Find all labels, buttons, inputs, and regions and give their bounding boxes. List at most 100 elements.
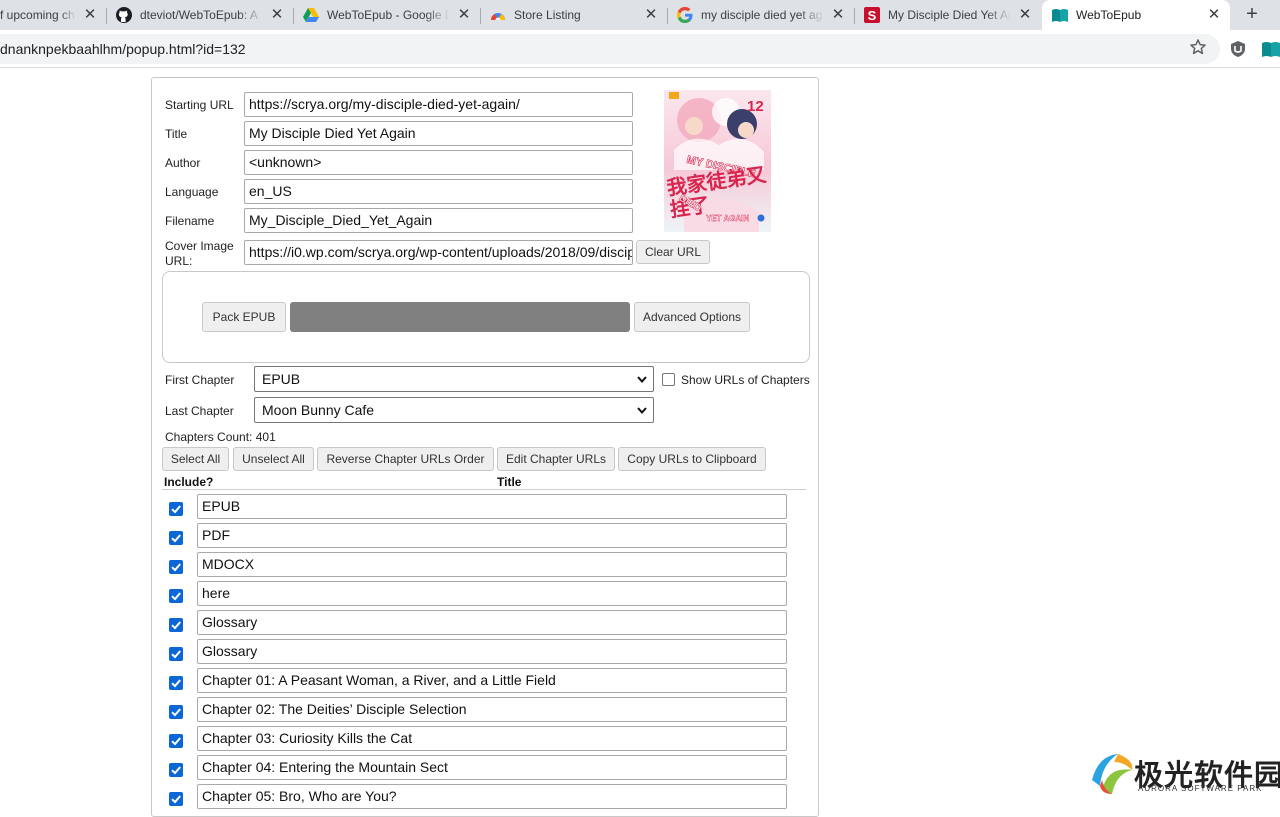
tab-store-listing[interactable]: Store Listing ✕ bbox=[480, 0, 667, 30]
starting-url-label: Starting URL bbox=[165, 98, 234, 112]
watermark-subtitle: AURORA SOFTWARE PARK bbox=[1138, 784, 1263, 793]
chapter-title-input[interactable]: here bbox=[197, 581, 787, 606]
language-input[interactable]: en_US bbox=[244, 179, 633, 204]
tab-upcoming[interactable]: f upcoming ch ✕ bbox=[0, 0, 106, 30]
include-checkbox[interactable] bbox=[169, 763, 183, 777]
chapter-row: Glossary bbox=[152, 610, 812, 639]
cover-image-url-input[interactable]: https://i0.wp.com/scrya.org/wp-content/u… bbox=[244, 240, 633, 265]
cover-image: 12 MY DISCIPLE 我家徒弟又挂了 DIED YET AGAIN bbox=[664, 90, 771, 232]
google-icon bbox=[677, 7, 693, 23]
watermark: 极光软件园 AURORA SOFTWARE PARK bbox=[1088, 750, 1280, 800]
progress-bar bbox=[290, 302, 630, 332]
first-chapter-select[interactable]: EPUB bbox=[254, 366, 654, 392]
chapter-title-input[interactable]: Chapter 03: Curiosity Kills the Cat bbox=[197, 726, 787, 751]
last-chapter-label: Last Chapter bbox=[165, 404, 234, 418]
chapter-row: Glossary bbox=[152, 639, 812, 668]
cover-image-url-label-2: URL: bbox=[165, 254, 193, 268]
tab-title: my disciple died yet ag bbox=[701, 8, 823, 22]
include-checkbox[interactable] bbox=[169, 531, 183, 545]
chapter-title-input[interactable]: PDF bbox=[197, 523, 787, 548]
webtoepub-panel: Starting URL https://scrya.org/my-discip… bbox=[151, 77, 819, 817]
author-input[interactable]: <unknown> bbox=[244, 150, 633, 175]
book-icon bbox=[1052, 7, 1068, 23]
reverse-chapter-urls-button[interactable]: Reverse Chapter URLs Order bbox=[317, 447, 494, 471]
chrome-webstore-icon bbox=[490, 7, 506, 23]
chapter-title-input[interactable]: Glossary bbox=[197, 610, 787, 635]
chapter-title-input[interactable]: Chapter 02: The Deities’ Disciple Select… bbox=[197, 697, 787, 722]
chapter-row: Chapter 05: Bro, Who are You? bbox=[152, 784, 812, 813]
chapter-title-input[interactable]: Chapter 01: A Peasant Woman, a River, an… bbox=[197, 668, 787, 693]
chapter-row: PDF bbox=[152, 523, 812, 552]
filename-label: Filename bbox=[165, 214, 215, 228]
tab-title: dteviot/WebToEpub: A bbox=[140, 8, 258, 22]
starting-url-input[interactable]: https://scrya.org/my-disciple-died-yet-a… bbox=[244, 92, 633, 117]
chapter-title-input[interactable]: MDOCX bbox=[197, 552, 787, 577]
bookmark-star-icon[interactable] bbox=[1188, 37, 1208, 57]
tab-github[interactable]: dteviot/WebToEpub: A ✕ bbox=[106, 0, 293, 30]
chapter-row: Chapter 02: The Deities’ Disciple Select… bbox=[152, 697, 812, 726]
tab-google-search[interactable]: my disciple died yet ag ✕ bbox=[667, 0, 854, 30]
edit-chapter-urls-button[interactable]: Edit Chapter URLs bbox=[497, 447, 615, 471]
book-extension-icon[interactable] bbox=[1262, 41, 1280, 57]
new-tab-button[interactable]: + bbox=[1240, 3, 1264, 27]
include-checkbox[interactable] bbox=[169, 618, 183, 632]
advanced-options-button[interactable]: Advanced Options bbox=[634, 302, 750, 332]
cover-badge-text: 12 bbox=[747, 98, 764, 115]
shield-extension-icon[interactable] bbox=[1230, 41, 1246, 57]
language-label: Language bbox=[165, 185, 219, 199]
tab-strip: f upcoming ch ✕ dteviot/WebToEpub: A ✕ W… bbox=[0, 0, 1280, 30]
tab-title: My Disciple Died Yet Ag bbox=[888, 8, 1011, 22]
include-checkbox[interactable] bbox=[169, 792, 183, 806]
tab-webtoepub[interactable]: WebToEpub ✕ bbox=[1042, 0, 1230, 30]
tab-title: Store Listing bbox=[514, 8, 581, 22]
url-text: dnanknpekbaahlhm/popup.html?id=132 bbox=[0, 41, 246, 57]
filename-input[interactable]: My_Disciple_Died_Yet_Again bbox=[244, 208, 633, 233]
close-icon[interactable]: ✕ bbox=[830, 7, 846, 23]
include-checkbox[interactable] bbox=[169, 560, 183, 574]
clear-url-button[interactable]: Clear URL bbox=[636, 240, 710, 264]
select-all-button[interactable]: Select All bbox=[162, 447, 229, 471]
header-divider bbox=[162, 489, 806, 490]
aurora-logo-icon bbox=[1090, 752, 1134, 796]
close-icon[interactable]: ✕ bbox=[1206, 7, 1222, 23]
copy-urls-button[interactable]: Copy URLs to Clipboard bbox=[618, 447, 766, 471]
include-checkbox[interactable] bbox=[169, 502, 183, 516]
first-chapter-value: EPUB bbox=[262, 371, 301, 387]
chapter-title-input[interactable]: EPUB bbox=[197, 494, 787, 519]
github-icon bbox=[116, 7, 132, 23]
include-column-header: Include? bbox=[164, 475, 214, 489]
close-icon[interactable]: ✕ bbox=[1017, 7, 1033, 23]
chapter-title-input[interactable]: Chapter 04: Entering the Mountain Sect bbox=[197, 755, 787, 780]
chapter-row: Chapter 01: A Peasant Woman, a River, an… bbox=[152, 668, 812, 697]
title-label: Title bbox=[165, 127, 188, 141]
google-drive-icon bbox=[303, 7, 319, 23]
include-checkbox[interactable] bbox=[169, 647, 183, 661]
last-chapter-select[interactable]: Moon Bunny Cafe bbox=[254, 397, 654, 423]
tab-title: WebToEpub bbox=[1076, 8, 1142, 22]
unselect-all-button[interactable]: Unselect All bbox=[233, 447, 314, 471]
include-checkbox[interactable] bbox=[169, 705, 183, 719]
tab-google-drive[interactable]: WebToEpub - Google D ✕ bbox=[293, 0, 480, 30]
close-icon[interactable]: ✕ bbox=[643, 7, 659, 23]
include-checkbox[interactable] bbox=[169, 589, 183, 603]
close-icon[interactable]: ✕ bbox=[82, 7, 98, 23]
browser-toolbar: dnanknpekbaahlhm/popup.html?id=132 bbox=[0, 30, 1280, 68]
chevron-down-icon bbox=[637, 407, 647, 414]
pack-epub-button[interactable]: Pack EPUB bbox=[202, 302, 286, 332]
chapter-row: here bbox=[152, 581, 812, 610]
last-chapter-value: Moon Bunny Cafe bbox=[262, 402, 375, 418]
include-checkbox[interactable] bbox=[169, 734, 183, 748]
close-icon[interactable]: ✕ bbox=[456, 7, 472, 23]
title-input[interactable]: My Disciple Died Yet Again bbox=[244, 121, 633, 146]
include-checkbox[interactable] bbox=[169, 676, 183, 690]
show-urls-checkbox[interactable] bbox=[662, 373, 675, 386]
chapter-row: EPUB bbox=[152, 494, 812, 523]
address-bar[interactable]: dnanknpekbaahlhm/popup.html?id=132 bbox=[0, 34, 1220, 64]
chapter-title-input[interactable]: Chapter 05: Bro, Who are You? bbox=[197, 784, 787, 809]
scrya-icon: S bbox=[864, 7, 880, 23]
chapter-title-input[interactable]: Glossary bbox=[197, 639, 787, 664]
chapter-row: Chapter 03: Curiosity Kills the Cat bbox=[152, 726, 812, 755]
close-icon[interactable]: ✕ bbox=[269, 7, 285, 23]
tab-scrya[interactable]: S My Disciple Died Yet Ag ✕ bbox=[854, 0, 1041, 30]
cover-image-url-label: Cover Image bbox=[165, 239, 234, 253]
